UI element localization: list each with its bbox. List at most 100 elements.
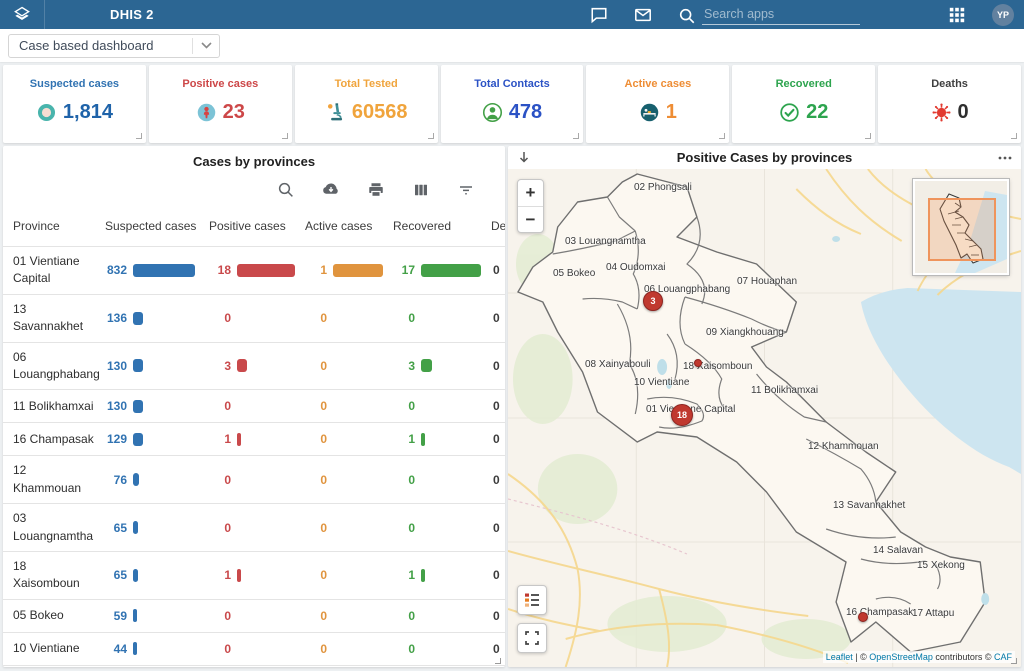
search-input[interactable] xyxy=(702,5,860,25)
table-row[interactable]: 11 Bolikhamxai 130 0 0 0 0 xyxy=(3,389,505,422)
table-body: 01 Vientiane Capital 832 18 1 17 0 13 Sa… xyxy=(3,246,505,667)
col-header-recovered[interactable]: Recovered xyxy=(383,219,481,233)
positive-cell: 0 xyxy=(199,609,295,623)
legend-button[interactable] xyxy=(517,585,547,615)
resize-handle[interactable] xyxy=(1011,133,1017,139)
recovered-cell: 17 xyxy=(383,263,481,277)
stat-card-title: Deaths xyxy=(878,78,1021,90)
download-icon[interactable] xyxy=(322,181,340,199)
deaths-cell: 0 xyxy=(481,432,505,446)
resize-handle[interactable] xyxy=(1011,658,1017,664)
map-case-marker[interactable] xyxy=(694,359,702,367)
zoom-out-button[interactable]: − xyxy=(518,206,543,232)
map-canvas[interactable]: + − xyxy=(508,169,1021,667)
table-toolbar xyxy=(3,169,505,205)
table-row[interactable]: 13 Savannakhet 136 0 0 0 0 xyxy=(3,294,505,342)
download-map-icon[interactable] xyxy=(516,150,532,166)
apps-grid-icon[interactable] xyxy=(948,6,966,24)
table-row[interactable]: 18 Xaisomboun 65 1 0 1 0 xyxy=(3,551,505,599)
filter-icon[interactable] xyxy=(457,181,475,199)
dhis2-logo[interactable] xyxy=(0,0,45,29)
resize-handle[interactable] xyxy=(719,133,725,139)
stat-card[interactable]: Suspected cases 1,814 xyxy=(3,65,146,143)
col-header-deaths[interactable]: Deaths xyxy=(481,219,505,233)
province-cell: 16 Champasak xyxy=(3,431,95,448)
mail-icon[interactable] xyxy=(634,6,652,24)
stat-card[interactable]: Positive cases 23 xyxy=(149,65,292,143)
more-options-icon[interactable] xyxy=(997,150,1013,166)
stat-card-icon xyxy=(325,102,346,123)
resize-handle[interactable] xyxy=(573,133,579,139)
resize-handle[interactable] xyxy=(136,133,142,139)
table-row[interactable]: 08 Xainyabouli 38 0 0 0 0 xyxy=(3,665,505,667)
table-row[interactable]: 06 Louangphabang 130 3 0 3 0 xyxy=(3,342,505,390)
fullscreen-button[interactable] xyxy=(517,623,547,653)
table-header-row: Province Suspected cases Positive cases … xyxy=(3,205,505,246)
stat-card-icon xyxy=(639,102,660,123)
caf-link[interactable]: CAF xyxy=(994,652,1012,662)
suspected-cell: 59 xyxy=(95,609,199,623)
map-case-marker[interactable]: 3 xyxy=(643,291,663,311)
minimap[interactable] xyxy=(913,179,1009,275)
resize-handle[interactable] xyxy=(428,133,434,139)
table-row[interactable]: 01 Vientiane Capital 832 18 1 17 0 xyxy=(3,246,505,294)
suspected-cell: 76 xyxy=(95,473,199,487)
resize-handle[interactable] xyxy=(282,133,288,139)
stat-card-value: 22 xyxy=(806,101,828,124)
stat-card[interactable]: Recovered 22 xyxy=(732,65,875,143)
table-row[interactable]: 10 Vientiane 44 0 0 0 0 xyxy=(3,632,505,665)
table-row[interactable]: 16 Champasak 129 1 0 1 0 xyxy=(3,422,505,455)
col-header-suspected[interactable]: Suspected cases xyxy=(95,219,199,233)
stat-card[interactable]: Total Contacts 478 xyxy=(441,65,584,143)
search-icon[interactable] xyxy=(678,7,696,25)
stat-card-icon xyxy=(36,102,57,123)
col-header-active[interactable]: Active cases xyxy=(295,219,383,233)
stat-card-title: Positive cases xyxy=(149,78,292,90)
map-panel: Positive Cases by provinces xyxy=(508,146,1021,667)
active-cell: 1 xyxy=(295,263,383,277)
leaflet-link[interactable]: Leaflet xyxy=(826,652,853,662)
table-row[interactable]: 12 Khammouan 76 0 0 0 0 xyxy=(3,455,505,503)
zoom-in-button[interactable]: + xyxy=(518,180,543,206)
suspected-cell: 129 xyxy=(95,432,199,446)
user-avatar[interactable]: YP xyxy=(992,4,1014,26)
active-cell: 0 xyxy=(295,521,383,535)
recovered-cell: 0 xyxy=(383,473,481,487)
table-search-icon[interactable] xyxy=(277,181,295,199)
suspected-cell: 65 xyxy=(95,568,199,582)
col-header-positive[interactable]: Positive cases xyxy=(199,219,295,233)
stat-card[interactable]: Active cases 1 xyxy=(586,65,729,143)
stat-card[interactable]: Deaths 0 xyxy=(878,65,1021,143)
table-row[interactable]: 03 Louangnamtha 65 0 0 0 0 xyxy=(3,503,505,551)
map-zoom-control: + − xyxy=(517,179,544,233)
dashboard-bar: Case based dashboard xyxy=(0,29,1024,62)
recovered-cell: 1 xyxy=(383,568,481,582)
province-cell: 05 Bokeo xyxy=(3,607,95,624)
resize-handle[interactable] xyxy=(865,133,871,139)
stat-card-value: 1,814 xyxy=(63,101,113,124)
province-cell: 01 Vientiane Capital xyxy=(3,253,95,288)
col-header-province[interactable]: Province xyxy=(3,219,95,233)
table-row[interactable]: 05 Bokeo 59 0 0 0 0 xyxy=(3,599,505,632)
print-icon[interactable] xyxy=(367,181,385,199)
recovered-cell: 1 xyxy=(383,432,481,446)
cases-table-panel: Cases by provinces Province Suspected ca… xyxy=(3,146,505,667)
map-case-marker[interactable] xyxy=(858,612,868,622)
province-cell: 10 Vientiane xyxy=(3,640,95,657)
map-case-marker[interactable]: 18 xyxy=(671,404,693,426)
positive-cell: 0 xyxy=(199,399,295,413)
stat-card-title: Total Tested xyxy=(295,78,438,90)
positive-cell: 1 xyxy=(199,432,295,446)
stat-card-value: 0 xyxy=(958,101,969,124)
osm-link[interactable]: OpenStreetMap xyxy=(869,652,933,662)
deaths-cell: 0 xyxy=(481,568,505,582)
positive-cell: 0 xyxy=(199,642,295,656)
suspected-cell: 136 xyxy=(95,311,199,325)
stat-card-value: 478 xyxy=(509,101,542,124)
view-columns-icon[interactable] xyxy=(412,181,430,199)
messages-icon[interactable] xyxy=(590,6,608,24)
dashboard-select[interactable]: Case based dashboard xyxy=(8,34,220,58)
app-title: DHIS 2 xyxy=(110,7,154,22)
resize-handle[interactable] xyxy=(495,658,501,664)
stat-card[interactable]: Total Tested 60568 xyxy=(295,65,438,143)
